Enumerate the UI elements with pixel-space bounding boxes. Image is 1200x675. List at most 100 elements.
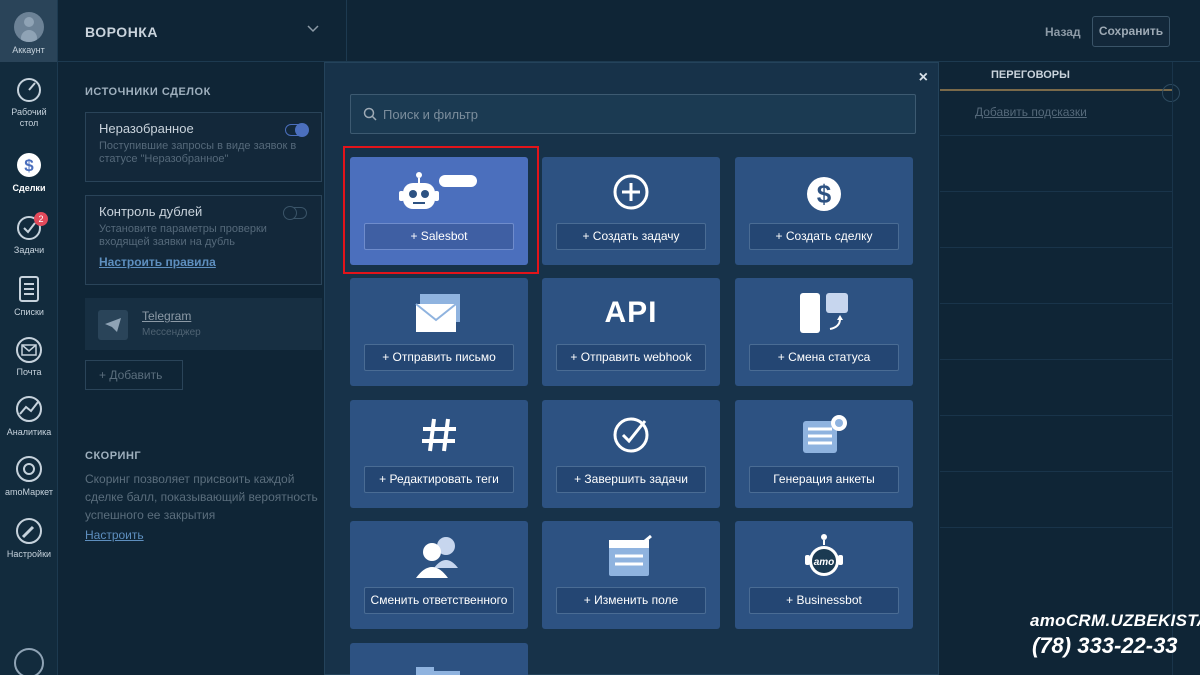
tile-edit-tags[interactable]: + Редактировать теги [350,400,528,508]
telegram-name[interactable]: Telegram [142,309,191,323]
divider [940,527,1172,528]
tile-button[interactable]: + Businessbot [749,587,899,614]
source-name: Контроль дублей [99,204,203,219]
tile-create-task[interactable]: + Создать задачу [542,157,720,265]
add-action-modal: × + Salesbot + Создать задачу [324,62,939,675]
svg-text:$: $ [817,179,832,209]
sidebar-item-deals[interactable]: $ Сделки [0,148,58,194]
divider [1172,62,1173,675]
tile-businessbot[interactable]: amo + Businessbot [735,521,913,629]
chat-icon[interactable] [14,648,44,675]
tile-more[interactable] [350,643,528,675]
sidebar-item-label: amoМаркет [5,487,53,497]
sources-title: ИСТОЧНИКИ СДЕЛОК [85,86,211,98]
tile-button[interactable]: + Создать задачу [556,223,706,250]
watermark-phone: (78) 333-22-33 [1032,633,1178,658]
duplicates-toggle[interactable] [283,206,307,220]
column-title: ПЕРЕГОВОРЫ [991,69,1070,81]
plus-circle-icon [542,169,720,215]
sidebar-item-amomarket[interactable]: amoМаркет [0,454,58,498]
top-bar: ВОРОНКА Назад Сохранить [58,0,1200,62]
dashboard-icon [17,78,41,102]
tile-button[interactable]: + Отправить письмо [364,344,514,371]
sidebar-item-lists[interactable]: Списки [0,274,58,318]
watermark-brand: amoCRM.UZBEKISTAN [1030,611,1200,630]
form-generate-icon [735,412,913,458]
divider [940,359,1172,360]
add-column-icon[interactable] [1162,84,1180,102]
mail-icon [16,337,42,363]
lists-icon [19,276,39,302]
account-label: Аккаунт [12,45,45,55]
sidebar-item-label: Аналитика [6,427,52,437]
sidebar-item-label: Списки [14,307,44,317]
edit-field-icon [542,533,720,579]
divider [940,191,1172,192]
divider [940,303,1172,304]
save-button[interactable]: Сохранить [1092,16,1170,47]
tile-change-status[interactable]: + Смена статуса [735,278,913,386]
divider [940,247,1172,248]
scoring-description: Скоринг позволяет присвоить каждой сделк… [85,472,318,522]
dollar-icon: $ [735,169,913,215]
source-description: Установите параметры проверки входящей з… [99,223,267,248]
tile-complete-tasks[interactable]: + Завершить задачи [542,400,720,508]
sidebar-item-label: Настройки [6,549,52,559]
unsorted-toggle[interactable] [285,123,309,137]
add-source-button[interactable]: + Добавить [85,360,183,390]
tile-generate-form[interactable]: Генерация анкеты [735,400,913,508]
duplicates-source-card[interactable]: Контроль дублей Установите параметры про… [85,195,322,285]
telegram-subtitle: Мессенджер [142,327,201,338]
configure-rules-link[interactable]: Настроить правила [99,255,308,269]
back-button[interactable]: Назад [1045,25,1081,39]
tile-button[interactable]: + Смена статуса [749,344,899,371]
search-input[interactable] [383,95,903,133]
tile-button[interactable]: Сменить ответственного [364,587,514,614]
api-icon-text: API [604,296,658,329]
tile-button[interactable]: + Изменить поле [556,587,706,614]
search-field[interactable] [350,94,916,134]
account-button[interactable]: Аккаунт [0,0,57,62]
tile-create-deal[interactable]: $ + Создать сделку [735,157,913,265]
api-icon: API [542,290,720,336]
telegram-source[interactable]: Telegram Мессенджер [85,298,322,350]
settings-wrench-icon [16,518,42,544]
sidebar-item-label: Рабочий [11,107,47,117]
hashtag-icon [350,412,528,458]
tile-change-field[interactable]: + Изменить поле [542,521,720,629]
tile-button[interactable]: Генерация анкеты [749,466,899,493]
sidebar-item-mail[interactable]: Почта [0,336,58,378]
column-status-line [940,89,1172,91]
robot-icon [350,169,528,215]
pipeline-column-header[interactable]: ПЕРЕГОВОРЫ [940,62,1172,90]
tile-change-responsible[interactable]: Сменить ответственного [350,521,528,629]
sidebar-item-settings[interactable]: Настройки [0,516,58,560]
tile-button[interactable]: + Завершить задачи [556,466,706,493]
source-description: Поступившие запросы в виде заявок в стат… [99,140,297,165]
close-icon[interactable]: × [919,69,928,87]
unsorted-source-card[interactable]: Неразобранное Поступившие запросы в виде… [85,112,322,182]
tile-send-email[interactable]: + Отправить письмо [350,278,528,386]
tile-salesbot[interactable]: + Salesbot [350,157,528,265]
scoring-configure-link[interactable]: Настроить [85,528,144,542]
users-icon [350,533,528,579]
sources-panel: ИСТОЧНИКИ СДЕЛОК Неразобранное Поступивш… [58,62,348,675]
funnel-title[interactable]: ВОРОНКА [85,24,158,40]
divider [940,415,1172,416]
avatar [13,12,44,42]
tile-button[interactable]: + Создать сделку [749,223,899,250]
chevron-down-icon[interactable] [306,24,320,34]
divider [346,0,347,62]
sidebar-item-dashboard[interactable]: Рабочий стол [0,76,58,129]
telegram-icon [98,310,128,340]
tile-button[interactable]: + Редактировать теги [364,466,514,493]
add-hints-link[interactable]: Добавить подсказки [975,105,1087,119]
tile-send-webhook[interactable]: API + Отправить webhook [542,278,720,386]
search-icon [363,107,377,121]
sidebar-item-label: стол [19,118,39,128]
scoring-title: СКОРИНГ [85,450,142,462]
tile-button[interactable]: + Отправить webhook [556,344,706,371]
sidebar-item-tasks[interactable]: 2 Задачи [0,212,58,256]
tile-button[interactable]: + Salesbot [364,223,514,250]
sidebar-item-analytics[interactable]: Аналитика [0,394,58,438]
